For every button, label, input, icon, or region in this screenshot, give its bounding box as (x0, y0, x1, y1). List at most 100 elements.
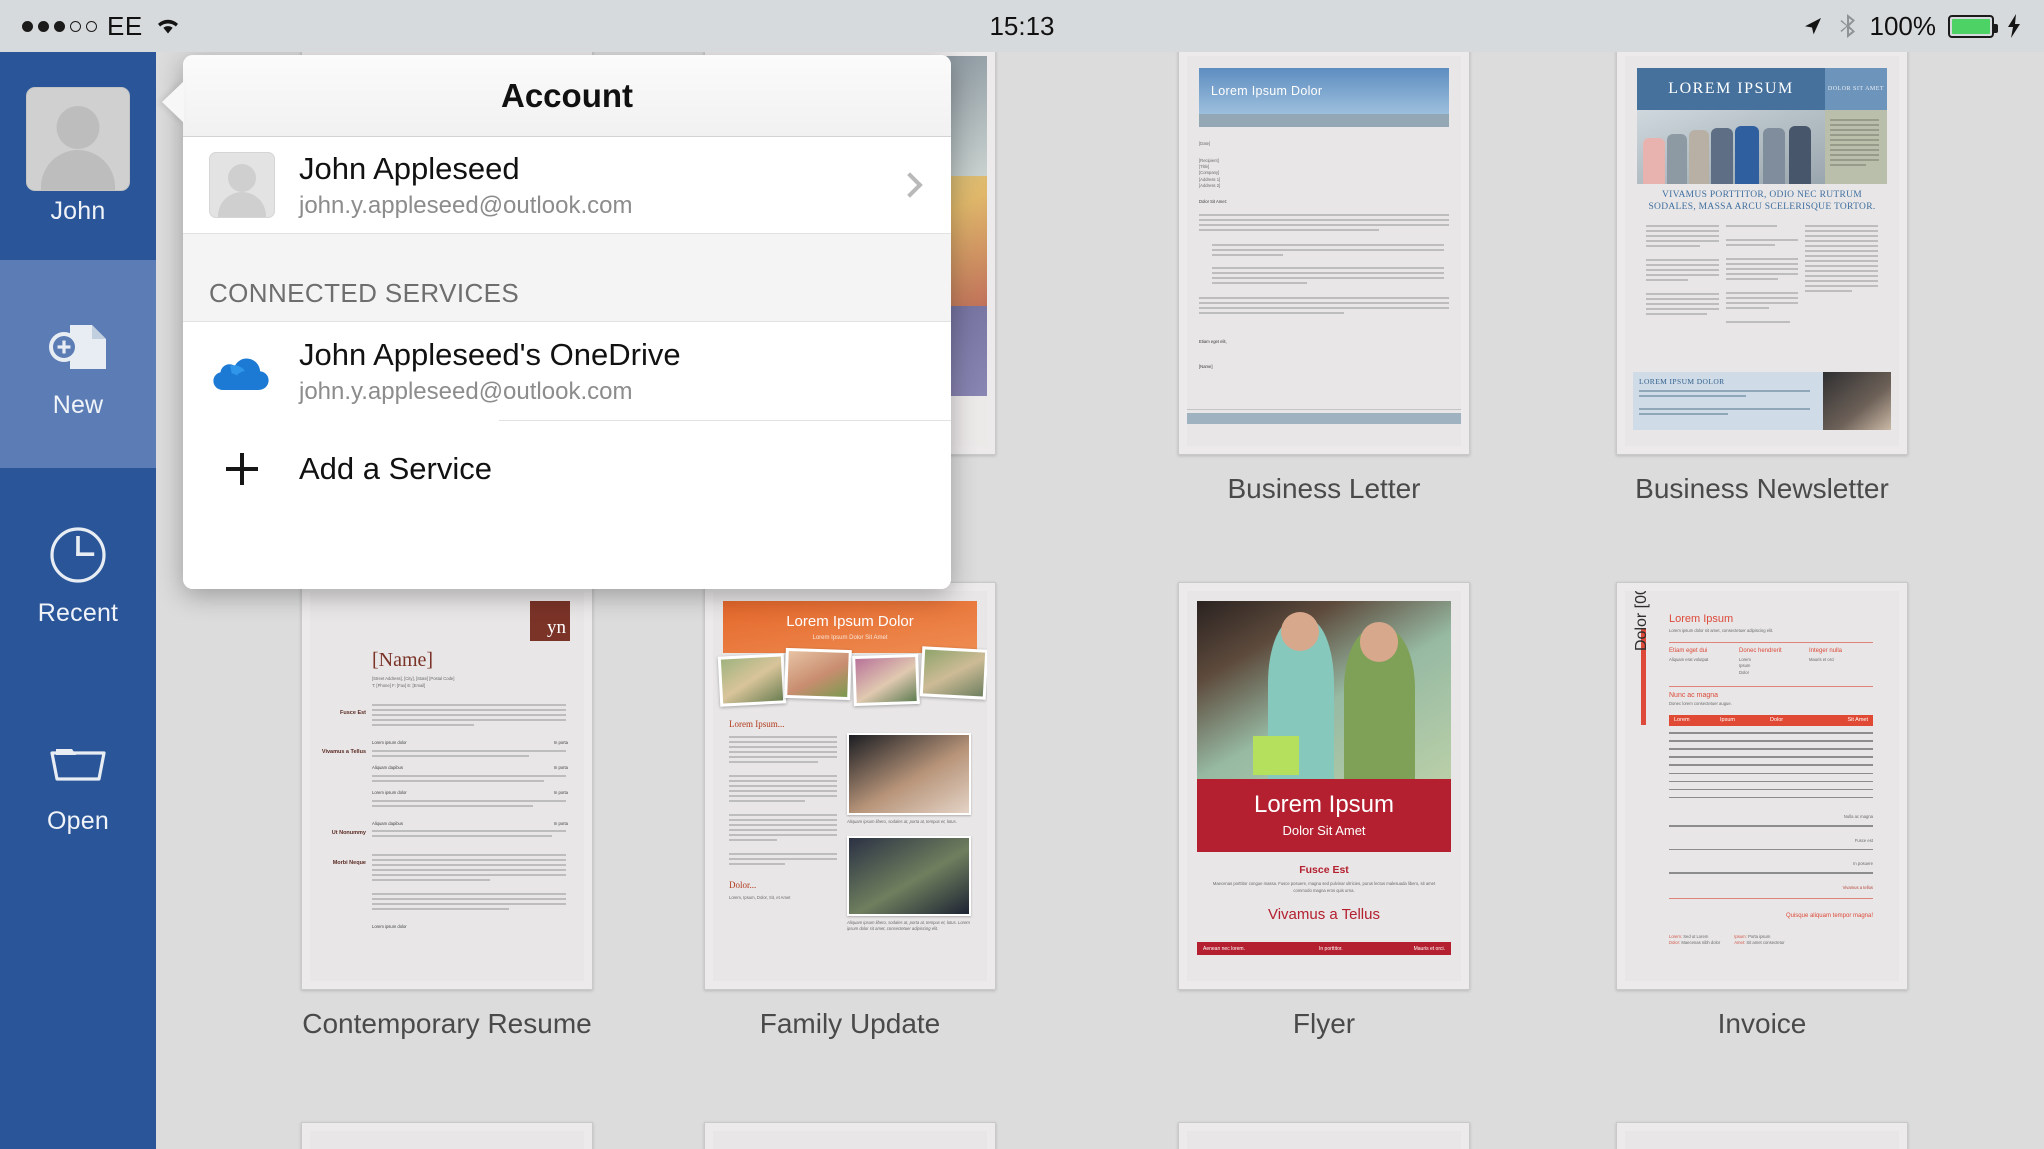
account-row[interactable]: John Appleseed john.y.appleseed@outlook.… (183, 137, 951, 234)
invoice-vertical-label: Dolor [0000] (1633, 591, 1650, 651)
fu-photo-collage (717, 646, 987, 709)
template-caption: Business Letter (1227, 473, 1421, 504)
battery-percent-label: 100% (1869, 10, 1937, 41)
plus-icon (209, 447, 275, 491)
add-service-row[interactable]: Add a Service (183, 421, 951, 517)
popover-header: Account (183, 55, 951, 137)
account-email: john.y.appleseed@outlook.com (299, 191, 633, 219)
clock-label: 15:13 (989, 10, 1055, 41)
cr-entry-date: In porta (553, 740, 568, 746)
template-card-business-newsletter[interactable]: LOREM IPSUM DOLOR SIT AMET VIVAMUS PORTT… (1616, 52, 1908, 505)
user-avatar-icon (209, 152, 275, 218)
invoice-total: Vivamus a tellus (1842, 884, 1873, 890)
template-thumbnail[interactable]: Lorem Ipsum Dolor Lorem Ipsum Dolor Sit … (704, 582, 996, 990)
flyer-footer-bar: Aenean nec lorem. In porttitor. Mauris e… (1197, 942, 1451, 955)
cr-entry-title: Aliquam dapibus (372, 765, 403, 771)
bl-header-title: Lorem Ipsum Dolor (1211, 84, 1323, 98)
template-thumbnail[interactable] (1178, 1122, 1470, 1149)
sidebar-item-new[interactable]: New (0, 260, 156, 468)
clock-icon (40, 517, 116, 593)
cr-section-label: Vivamus a Tellus (321, 749, 366, 756)
onedrive-cloud-icon (209, 349, 275, 393)
service-text: John Appleseed's OneDrive john.y.applese… (299, 336, 681, 406)
template-thumbnail[interactable]: LOREM IPSUM DOLOR SIT AMET VIVAMUS PORTT… (1616, 52, 1908, 455)
sidebar-item-recent[interactable]: Recent (0, 468, 156, 676)
flyer-title: Lorem Ipsum (1253, 791, 1395, 818)
fu-title: Lorem Ipsum Dolor (786, 613, 914, 630)
invoice-total: In posuere (1853, 861, 1873, 867)
fu-section-2-body: Lorem, Ipsum, Dolor, Sit, et Amet (729, 895, 791, 900)
template-card-family-update[interactable]: Lorem Ipsum Dolor Lorem Ipsum Dolor Sit … (704, 582, 996, 1040)
nl-photo (1637, 110, 1825, 184)
account-popover[interactable]: Account John Appleseed john.y.appleseed@… (162, 55, 951, 589)
sidebar-item-label: John (50, 196, 106, 225)
invoice-col-heading: Donec hendrerit (1739, 647, 1782, 654)
business-newsletter-preview: LOREM IPSUM DOLOR SIT AMET VIVAMUS PORTT… (1625, 56, 1899, 446)
chevron-right-icon (897, 172, 923, 198)
cr-footer: Lorem ipsum dolor (372, 924, 407, 930)
template-thumbnail[interactable]: Lorem Ipsum Dolor [Date] [Recipient] [Tit… (1178, 52, 1470, 455)
invoice-col-value: Lorem Ipsum Dolor (1739, 656, 1751, 676)
add-service-label: Add a Service (299, 451, 492, 486)
fu-caption-1: Aliquam ipsum libero, sodales at, porta … (847, 819, 957, 824)
template-caption: Contemporary Resume (302, 1008, 592, 1039)
cr-entry-title: Lorem ipsum dolor (372, 740, 407, 746)
cr-name: [Name] (372, 649, 434, 671)
cr-section-label: Fusce Est (340, 710, 366, 717)
cr-address: [Street Address], [City], [State] [Posta… (372, 676, 455, 681)
cr-entry-date: In porta (553, 765, 568, 771)
invoice-subtitle: Lorem ipsum dolor sit amet, consectetuer… (1669, 628, 1774, 633)
cr-entry-title: Aliquam dapibus (372, 820, 403, 826)
nl-box-title: LOREM IPSUM DOLOR (1639, 377, 1725, 386)
flyer-footer-right: Mauris et orci. (1413, 945, 1445, 952)
template-card-flyer[interactable]: Lorem Ipsum Dolor Sit Amet Fusce Est Mae… (1178, 582, 1470, 1040)
template-caption: Flyer (1292, 1008, 1356, 1039)
fu-image-2 (847, 835, 971, 916)
template-thumbnail[interactable]: Lorem Ipsum Dolor Sit Amet Fusce Est Mae… (1178, 582, 1470, 990)
cr-logo: yn (530, 601, 570, 641)
invoice-total: Nulla ac magna (1843, 813, 1873, 819)
template-card-contemporary-resume[interactable]: yn [Name] [Street Address], [City], [Sta… (301, 582, 593, 1040)
business-letter-preview: Lorem Ipsum Dolor [Date] [Recipient] [Tit… (1187, 56, 1461, 446)
invoice-preview: Dolor [0000] Lorem Ipsum Lorem ipsum dol… (1625, 591, 1899, 981)
nl-headline: VIVAMUS PORTTITOR, ODIO NEC RUTRUM SODAL… (1648, 190, 1876, 212)
sidebar-item-open[interactable]: Open (0, 676, 156, 884)
template-thumbnail[interactable] (704, 1122, 996, 1149)
account-text: John Appleseed john.y.appleseed@outlook.… (299, 150, 901, 220)
template-card[interactable] (704, 1122, 996, 1149)
invoice-total: Fusce est (1854, 837, 1873, 843)
template-thumbnail[interactable]: yn [Name] [Street Address], [City], [Sta… (301, 582, 593, 990)
invoice-col-value: Mauris et orci (1809, 656, 1835, 662)
service-name: John Appleseed's OneDrive (299, 337, 681, 373)
sidebar-item-label: New (52, 390, 104, 419)
bl-date: [Date] (1199, 141, 1211, 146)
template-card[interactable] (1616, 1122, 1908, 1149)
bl-closing: Etiam eget elit, (1199, 338, 1227, 344)
template-card-invoice[interactable]: Dolor [0000] Lorem Ipsum Lorem ipsum dol… (1616, 582, 1908, 1040)
status-bar-right: 100% (1800, 0, 2023, 52)
status-bar: EE 15:13 100% (0, 0, 2044, 52)
status-bar-center: 15:13 (0, 0, 2044, 52)
invoice-col-heading: Etiam eget dui (1669, 647, 1708, 654)
family-update-preview: Lorem Ipsum Dolor Lorem Ipsum Dolor Sit … (713, 591, 987, 981)
fu-section-1: Lorem Ipsum... (729, 719, 785, 729)
invoice-col-value: Aliquam erat volutpat (1669, 656, 1709, 662)
cr-contact: T: [Phone] F: [Fax] E: [Email] (372, 682, 426, 688)
template-card-business-letter[interactable]: Lorem Ipsum Dolor [Date] [Recipient] [Tit… (1178, 52, 1470, 505)
popover-arrow (162, 81, 184, 123)
bl-salutation: Dolor Sit Amet: (1199, 199, 1227, 205)
service-row-onedrive[interactable]: John Appleseed's OneDrive john.y.applese… (183, 322, 951, 420)
template-caption: Family Update (759, 1008, 941, 1039)
nl-issue: DOLOR SIT AMET (1827, 86, 1885, 92)
template-card[interactable] (301, 1122, 593, 1149)
sidebar-item-account[interactable]: John (0, 52, 156, 260)
invoice-note: Quisque aliquam tempor magna! (1785, 912, 1873, 919)
connected-services-header: CONNECTED SERVICES (183, 234, 951, 322)
new-document-icon (40, 309, 116, 385)
template-thumbnail[interactable]: Dolor [0000] Lorem Ipsum Lorem ipsum dol… (1616, 582, 1908, 990)
template-caption: Business Newsletter (1635, 473, 1889, 504)
template-thumbnail[interactable] (1616, 1122, 1908, 1149)
template-card[interactable] (1178, 1122, 1470, 1149)
template-thumbnail[interactable] (301, 1122, 593, 1149)
popover-body: John Appleseed john.y.appleseed@outlook.… (183, 137, 951, 589)
